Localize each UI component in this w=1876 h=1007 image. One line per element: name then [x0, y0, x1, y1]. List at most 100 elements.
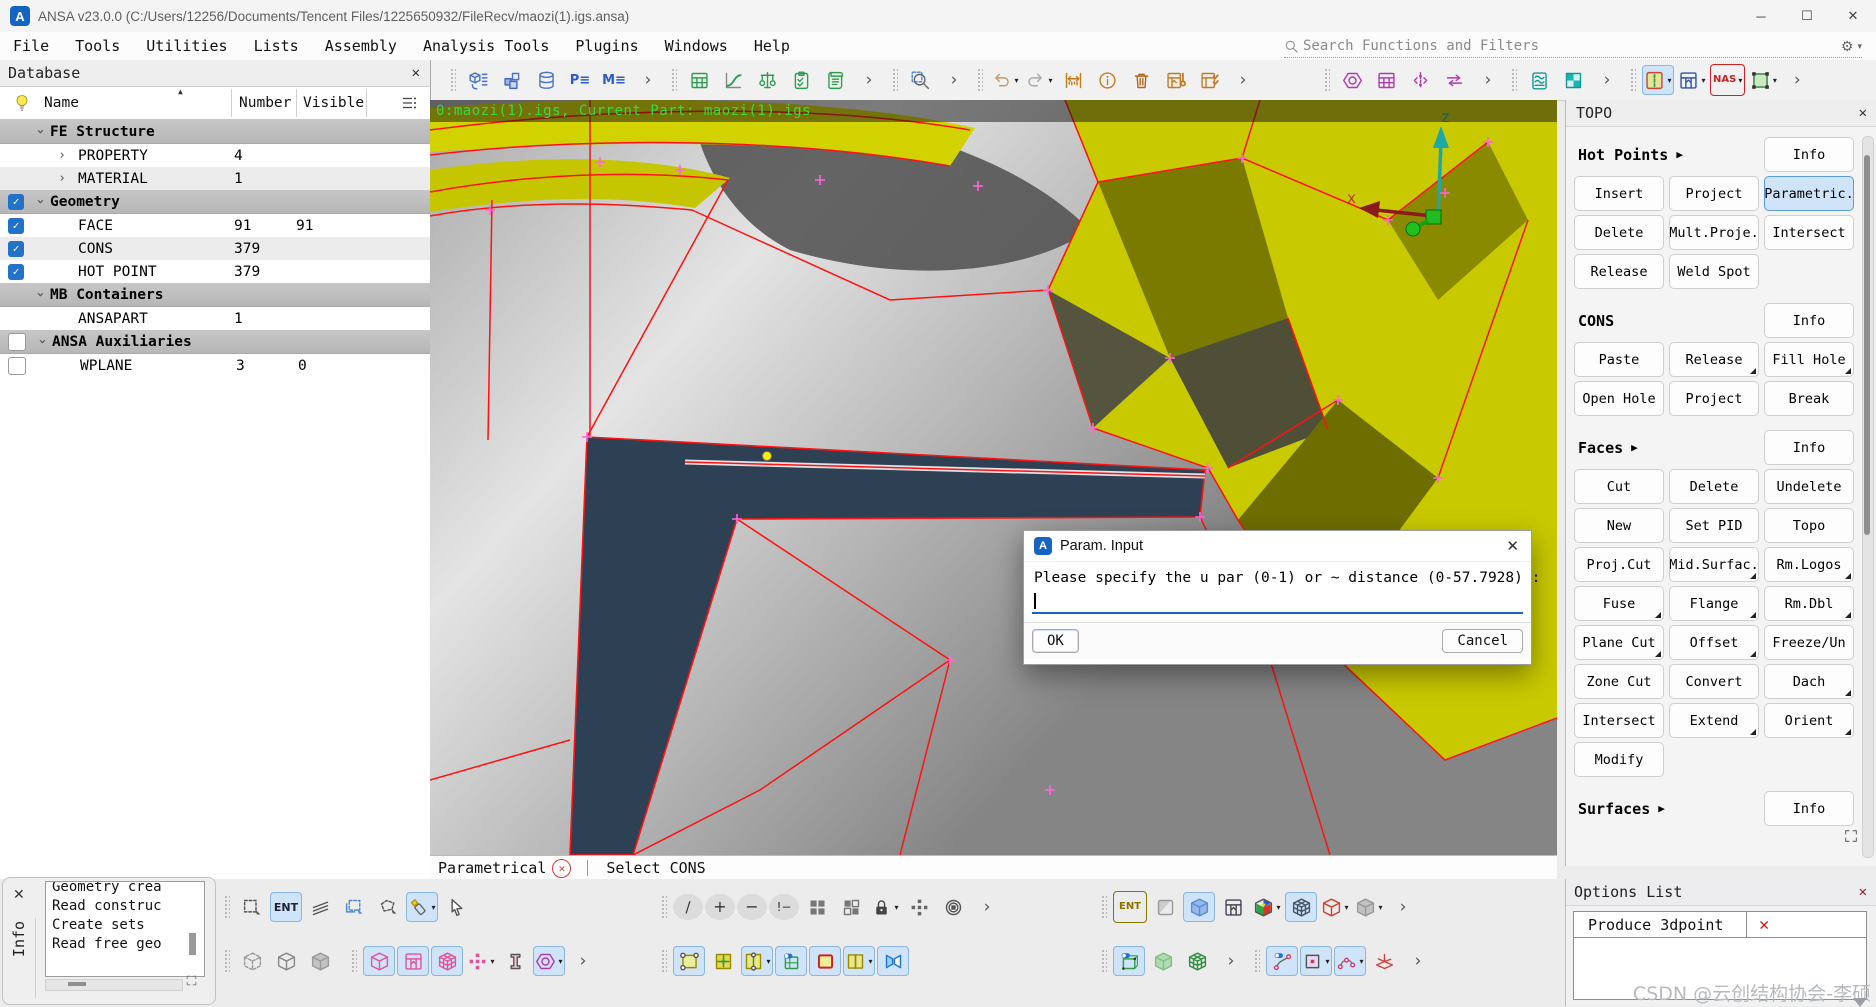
convert-button[interactable]: Convert [1669, 664, 1759, 699]
feature-lines-icon[interactable] [304, 892, 336, 922]
section-arrow-icon[interactable]: ▶ [1676, 148, 1683, 161]
hot-points-icon-dropdown[interactable]: ▾ [490, 957, 494, 966]
column-visible[interactable]: Visible [303, 95, 364, 111]
break-button[interactable]: Break [1764, 381, 1854, 416]
more-select-icon[interactable]: › [971, 892, 1003, 922]
more-curve-icon[interactable]: › [1402, 946, 1434, 976]
mesh-cube-button[interactable] [431, 946, 463, 976]
display-settings-cube-icon[interactable]: ▾ [1353, 892, 1385, 922]
expander-icon[interactable]: › [33, 285, 48, 305]
face-corners-button[interactable] [673, 946, 705, 976]
marquee-select-icon[interactable] [236, 892, 268, 922]
more-modules-icon[interactable]: › [632, 65, 664, 95]
more-volume-icon[interactable]: › [1215, 946, 1247, 976]
half-shade-icon[interactable] [1149, 892, 1181, 922]
faces-delete-button[interactable]: Delete [1669, 469, 1759, 504]
more-deck-icon[interactable]: › [1781, 65, 1813, 95]
toolbar-drag-handle[interactable] [976, 67, 983, 93]
rm-dbl-button[interactable]: Rm.Dbl [1764, 586, 1854, 621]
add-filter-icon[interactable]: + [705, 894, 735, 920]
tree-item-face[interactable]: ✓› FACE9191 [0, 214, 430, 237]
expander-icon[interactable]: › [52, 171, 72, 186]
database-column-header[interactable]: ▲ Name Number Visible [0, 87, 430, 120]
expander-icon[interactable]: › [33, 192, 48, 212]
feature-circle-button[interactable]: ▾ [533, 946, 565, 976]
point-square-button-dropdown[interactable]: ▾ [1325, 957, 1329, 966]
tree-item-wplane[interactable]: › WPLANE30 [0, 354, 430, 377]
expander-icon[interactable]: › [33, 122, 48, 142]
paste-button[interactable]: Paste [1574, 342, 1664, 377]
draw-style-button-dropdown[interactable]: ▾ [1667, 76, 1671, 85]
proj-cut-button[interactable]: Proj.Cut [1574, 547, 1664, 582]
zoom-area-icon[interactable] [904, 65, 936, 95]
arc-points-button-dropdown[interactable]: ▾ [1359, 957, 1363, 966]
mesh-grid-icon[interactable] [1370, 65, 1402, 95]
entity-info-icon[interactable] [1091, 65, 1123, 95]
topo-close-icon[interactable]: ✕ [1859, 105, 1867, 121]
selected-hot-point[interactable] [763, 452, 772, 461]
toolbar-drag-handle[interactable] [223, 948, 230, 974]
cluster-icon[interactable] [903, 892, 935, 922]
toolbar-drag-handle[interactable] [1100, 948, 1107, 974]
search-functions-field[interactable]: Search Functions and Filters ⚙ ▾ [1284, 35, 1862, 58]
draw-style-button[interactable]: ▾ [1642, 65, 1674, 95]
volume-toggle-button[interactable] [1113, 946, 1145, 976]
maximize-button[interactable]: ☐ [1784, 0, 1830, 32]
menu-file[interactable]: File [0, 37, 62, 55]
model-table-icon[interactable] [683, 65, 715, 95]
menu-help[interactable]: Help [741, 37, 803, 55]
bowtie-faces-button[interactable] [877, 946, 909, 976]
lasso-select-icon[interactable] [372, 892, 404, 922]
rm-logos-button[interactable]: Rm.Logos [1764, 547, 1854, 582]
menu-analysis-tools[interactable]: Analysis Tools [410, 37, 562, 55]
lock-view-icon[interactable]: ▾ [869, 892, 901, 922]
redo-icon-dropdown[interactable]: ▾ [1048, 76, 1052, 85]
more-geometry-icon[interactable]: › [567, 946, 599, 976]
entity-mode-button-dropdown[interactable]: ▾ [1773, 76, 1777, 85]
extend-button[interactable]: Extend [1669, 703, 1759, 738]
toolbar-drag-handle[interactable] [1253, 948, 1260, 974]
dialog-title-bar[interactable]: A Param. Input ✕ [1024, 531, 1531, 562]
dach-button[interactable]: Dach [1764, 664, 1854, 699]
mult-proje-button[interactable]: Mult.Proje. [1669, 215, 1759, 250]
script-editor-icon[interactable] [819, 65, 851, 95]
topo-scrollbar[interactable] [1862, 136, 1874, 858]
topo-button[interactable]: Topo [1764, 508, 1854, 543]
face-split-button-dropdown[interactable]: ▾ [868, 957, 872, 966]
solid-cube-icon[interactable] [304, 946, 336, 976]
expander-icon[interactable]: › [52, 148, 72, 163]
offset-button[interactable]: Offset [1669, 625, 1759, 660]
tree-item-material[interactable]: › MATERIAL1 [0, 167, 430, 190]
menu-plugins[interactable]: Plugins [562, 37, 651, 55]
toolbar-drag-handle[interactable] [891, 67, 898, 93]
viewport-scene[interactable]: z x [430, 100, 1557, 855]
open-hole-button[interactable]: Open Hole [1574, 381, 1664, 416]
spotlight-icon-dropdown[interactable]: ▾ [431, 903, 435, 912]
remove-option-icon[interactable]: ✕ [1759, 915, 1769, 935]
arc-points-button[interactable]: ▾ [1334, 946, 1366, 976]
remove-filter-icon[interactable]: − [737, 894, 767, 920]
set-pid-button[interactable]: Set PID [1669, 508, 1759, 543]
minimize-button[interactable]: ─ [1738, 0, 1784, 32]
shaded-cube-button[interactable] [1183, 892, 1215, 922]
quality-cube-icon-dropdown[interactable]: ▾ [1276, 903, 1280, 912]
nas-deck-button[interactable]: NAS▾ [1710, 64, 1745, 96]
nas-deck-button-dropdown[interactable]: ▾ [1738, 76, 1742, 85]
expander-icon[interactable]: › [35, 332, 50, 352]
display-settings-cube-icon-dropdown[interactable]: ▾ [1378, 903, 1382, 912]
edit-table-icon[interactable] [1159, 65, 1191, 95]
lock-view-icon-dropdown[interactable]: ▾ [894, 903, 898, 912]
volume-solid-icon[interactable] [1147, 946, 1179, 976]
slash-filter-icon[interactable]: ∕ [673, 894, 703, 920]
delete-icon[interactable] [1125, 65, 1157, 95]
tree-item-hot-point[interactable]: ✓› HOT POINT379 [0, 260, 430, 283]
wire-grid-cube-button[interactable] [1285, 892, 1317, 922]
database-close-icon[interactable]: ✕ [412, 65, 420, 81]
database-entities-icon[interactable] [530, 65, 562, 95]
geometry-cube-button[interactable] [363, 946, 395, 976]
param-input-field[interactable] [1032, 590, 1523, 614]
compare-icon[interactable] [751, 65, 783, 95]
menu-windows[interactable]: Windows [652, 37, 741, 55]
work-plane-icon[interactable] [1368, 946, 1400, 976]
list-settings-icon[interactable] [400, 94, 418, 112]
